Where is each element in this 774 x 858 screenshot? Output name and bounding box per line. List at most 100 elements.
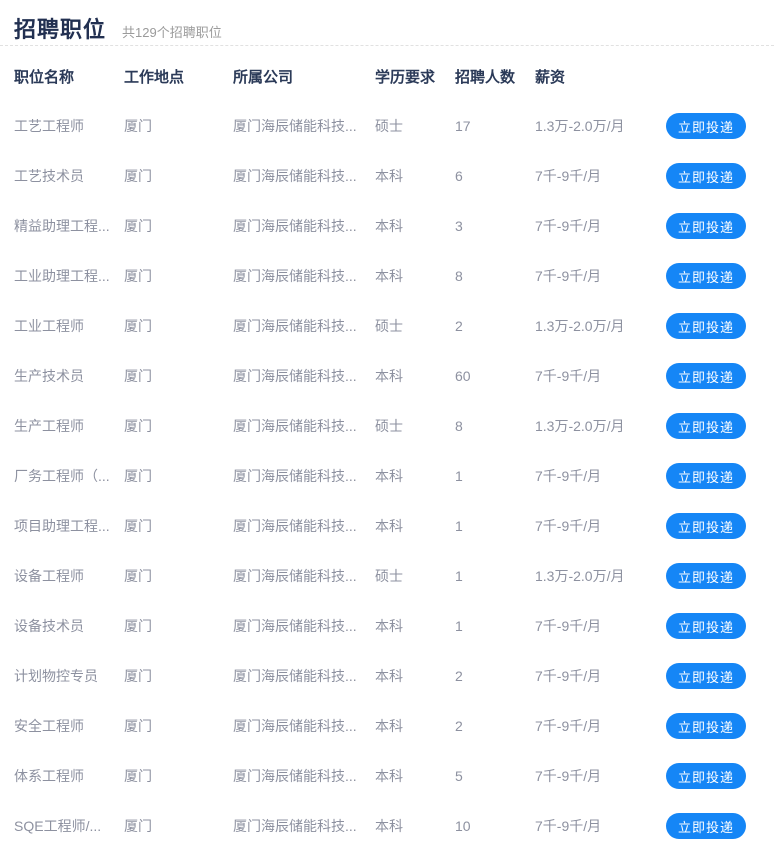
apply-now-button[interactable]: 立即投递 — [666, 463, 746, 489]
job-location: 厦门 — [124, 266, 233, 286]
apply-now-button[interactable]: 立即投递 — [666, 763, 746, 789]
job-company: 厦门海辰储能科技... — [233, 716, 375, 736]
job-title: 工艺技术员 — [14, 166, 124, 186]
job-salary: 7千-9千/月 — [535, 266, 666, 286]
job-salary: 7千-9千/月 — [535, 816, 666, 836]
job-salary: 7千-9千/月 — [535, 166, 666, 186]
column-header-location: 工作地点 — [124, 66, 233, 87]
job-row: 生产工程师 厦门 厦门海辰储能科技... 硕士 8 1.3万-2.0万/月 立即… — [0, 401, 774, 451]
job-location: 厦门 — [124, 316, 233, 336]
job-count: 2 — [455, 668, 535, 684]
job-education: 硕士 — [375, 116, 455, 136]
job-count: 60 — [455, 368, 535, 384]
job-education: 本科 — [375, 216, 455, 236]
job-location: 厦门 — [124, 566, 233, 586]
job-title: 厂务工程师（... — [14, 466, 124, 486]
job-company: 厦门海辰储能科技... — [233, 566, 375, 586]
job-education: 硕士 — [375, 316, 455, 336]
job-title: 设备工程师 — [14, 566, 124, 586]
apply-now-button[interactable]: 立即投递 — [666, 263, 746, 289]
job-row: 生产技术员 厦门 厦门海辰储能科技... 本科 60 7千-9千/月 立即投递 — [0, 351, 774, 401]
job-company: 厦门海辰储能科技... — [233, 366, 375, 386]
job-title: 工业助理工程... — [14, 266, 124, 286]
job-company: 厦门海辰储能科技... — [233, 766, 375, 786]
apply-now-button[interactable]: 立即投递 — [666, 113, 746, 139]
job-location: 厦门 — [124, 616, 233, 636]
job-salary: 1.3万-2.0万/月 — [535, 566, 666, 586]
job-education: 本科 — [375, 616, 455, 636]
job-salary: 7千-9千/月 — [535, 716, 666, 736]
apply-now-button[interactable]: 立即投递 — [666, 613, 746, 639]
job-education: 本科 — [375, 516, 455, 536]
job-count: 1 — [455, 518, 535, 534]
job-row: 工艺技术员 厦门 厦门海辰储能科技... 本科 6 7千-9千/月 立即投递 — [0, 151, 774, 201]
job-title: 计划物控专员 — [14, 666, 124, 686]
apply-now-button[interactable]: 立即投递 — [666, 713, 746, 739]
page-header: 招聘职位 共129个招聘职位 — [0, 0, 774, 46]
job-count: 1 — [455, 618, 535, 634]
job-count: 8 — [455, 418, 535, 434]
job-location: 厦门 — [124, 166, 233, 186]
job-row: 厂务工程师（... 厦门 厦门海辰储能科技... 本科 1 7千-9千/月 立即… — [0, 451, 774, 501]
job-title: 生产技术员 — [14, 366, 124, 386]
job-location: 厦门 — [124, 516, 233, 536]
job-education: 本科 — [375, 766, 455, 786]
job-row: 设备技术员 厦门 厦门海辰储能科技... 本科 1 7千-9千/月 立即投递 — [0, 601, 774, 651]
job-location: 厦门 — [124, 116, 233, 136]
job-company: 厦门海辰储能科技... — [233, 316, 375, 336]
job-count: 10 — [455, 818, 535, 834]
job-salary: 7千-9千/月 — [535, 766, 666, 786]
job-salary: 1.3万-2.0万/月 — [535, 416, 666, 436]
column-header-company: 所属公司 — [233, 66, 375, 87]
job-salary: 7千-9千/月 — [535, 616, 666, 636]
column-header-salary: 薪资 — [535, 66, 666, 87]
apply-now-button[interactable]: 立即投递 — [666, 663, 746, 689]
apply-now-button[interactable]: 立即投递 — [666, 213, 746, 239]
job-education: 本科 — [375, 166, 455, 186]
page-title: 招聘职位 — [14, 12, 106, 44]
job-salary: 7千-9千/月 — [535, 216, 666, 236]
job-location: 厦门 — [124, 666, 233, 686]
job-title: 安全工程师 — [14, 716, 124, 736]
job-title: SQE工程师/... — [14, 816, 124, 836]
job-count: 2 — [455, 718, 535, 734]
job-location: 厦门 — [124, 766, 233, 786]
job-row: 设备工程师 厦门 厦门海辰储能科技... 硕士 1 1.3万-2.0万/月 立即… — [0, 551, 774, 601]
job-company: 厦门海辰储能科技... — [233, 216, 375, 236]
job-title: 体系工程师 — [14, 766, 124, 786]
job-company: 厦门海辰储能科技... — [233, 516, 375, 536]
job-title: 设备技术员 — [14, 616, 124, 636]
apply-now-button[interactable]: 立即投递 — [666, 813, 746, 839]
job-education: 本科 — [375, 666, 455, 686]
job-count: 1 — [455, 468, 535, 484]
apply-now-button[interactable]: 立即投递 — [666, 313, 746, 339]
apply-now-button[interactable]: 立即投递 — [666, 513, 746, 539]
job-location: 厦门 — [124, 466, 233, 486]
job-row: 计划物控专员 厦门 厦门海辰储能科技... 本科 2 7千-9千/月 立即投递 — [0, 651, 774, 701]
job-company: 厦门海辰储能科技... — [233, 616, 375, 636]
job-row: 工业工程师 厦门 厦门海辰储能科技... 硕士 2 1.3万-2.0万/月 立即… — [0, 301, 774, 351]
job-title: 精益助理工程... — [14, 216, 124, 236]
job-row: 安全工程师 厦门 厦门海辰储能科技... 本科 2 7千-9千/月 立即投递 — [0, 701, 774, 751]
job-salary: 7千-9千/月 — [535, 666, 666, 686]
job-count: 8 — [455, 268, 535, 284]
apply-now-button[interactable]: 立即投递 — [666, 563, 746, 589]
job-title: 项目助理工程... — [14, 516, 124, 536]
job-education: 本科 — [375, 816, 455, 836]
job-education: 硕士 — [375, 566, 455, 586]
column-header-title: 职位名称 — [14, 66, 124, 87]
job-company: 厦门海辰储能科技... — [233, 266, 375, 286]
job-education: 本科 — [375, 716, 455, 736]
apply-now-button[interactable]: 立即投递 — [666, 413, 746, 439]
job-row: 体系工程师 厦门 厦门海辰储能科技... 本科 5 7千-9千/月 立即投递 — [0, 751, 774, 801]
apply-now-button[interactable]: 立即投递 — [666, 363, 746, 389]
job-table-header: 职位名称 工作地点 所属公司 学历要求 招聘人数 薪资 — [0, 46, 774, 101]
job-salary: 7千-9千/月 — [535, 466, 666, 486]
job-education: 硕士 — [375, 416, 455, 436]
job-location: 厦门 — [124, 816, 233, 836]
job-title: 工业工程师 — [14, 316, 124, 336]
job-salary: 1.3万-2.0万/月 — [535, 316, 666, 336]
job-count: 1 — [455, 568, 535, 584]
apply-now-button[interactable]: 立即投递 — [666, 163, 746, 189]
job-count: 2 — [455, 318, 535, 334]
